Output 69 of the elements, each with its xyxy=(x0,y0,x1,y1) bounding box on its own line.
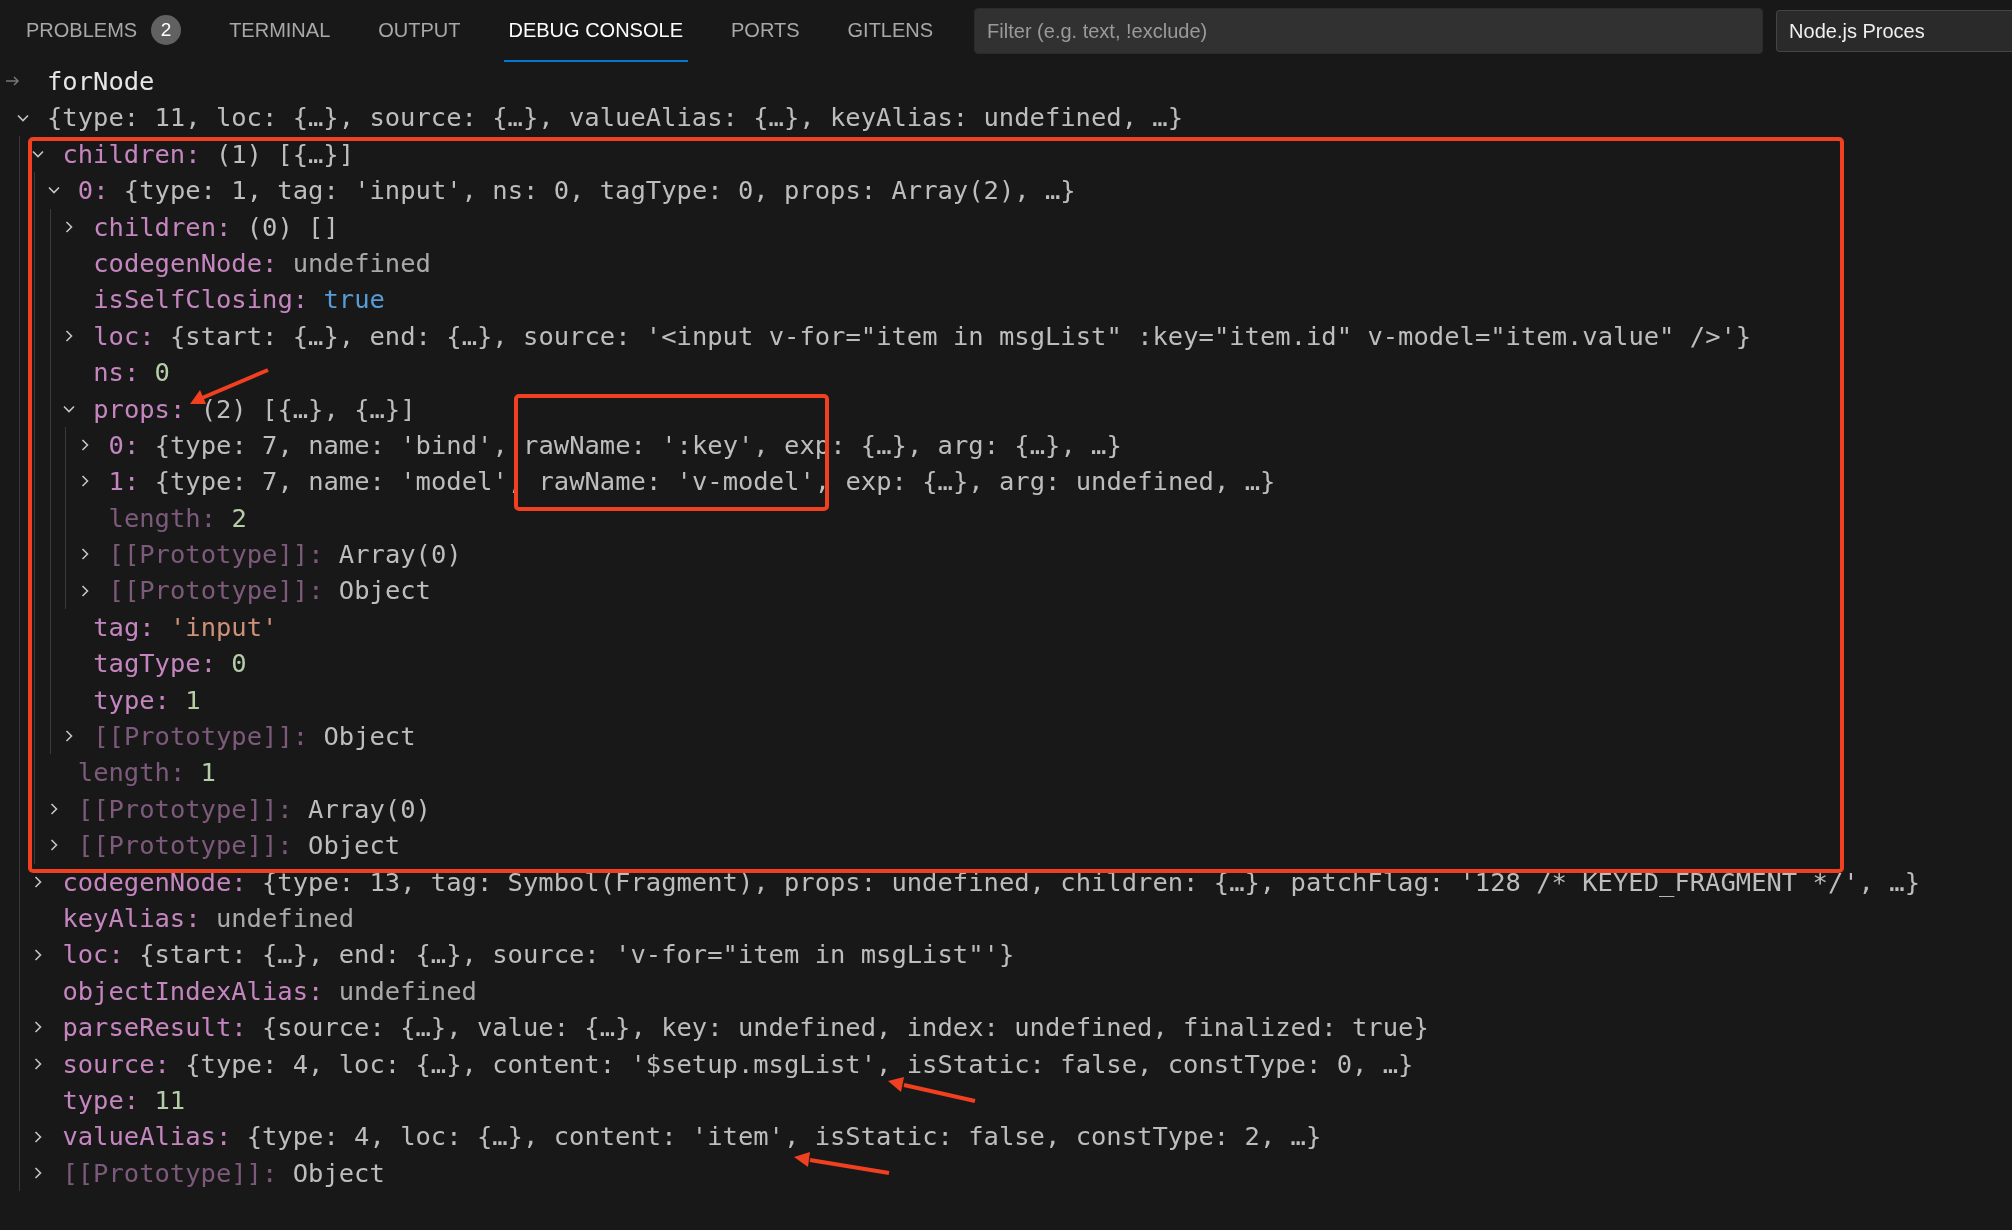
property-value: {source: {…}, value: {…}, key: undefined, index: undefined, finalized: true} xyxy=(261,1011,1429,1045)
property-key: isSelfClosing: xyxy=(93,281,309,318)
property-value: Object xyxy=(308,829,401,863)
property-value: 1 xyxy=(200,756,216,790)
session-dropdown[interactable]: Node.js Proces xyxy=(1776,10,2012,52)
property-value: Object xyxy=(323,720,416,754)
property-key: source: xyxy=(62,1045,170,1082)
filter-field[interactable]: Filter (e.g. text, !exclude) xyxy=(974,8,1764,54)
property-key: children: xyxy=(62,135,201,173)
property-key: type: xyxy=(93,681,170,719)
property-key: [[Prototype]]: xyxy=(108,572,324,609)
panel-tab[interactable]: OUTPUT xyxy=(373,0,466,62)
property-key: valueAlias: xyxy=(62,1118,232,1155)
property-value: undefined xyxy=(292,246,431,280)
output-arrow-icon xyxy=(5,75,21,88)
property-value: 2 xyxy=(231,501,247,535)
property-key: codegenNode: xyxy=(62,863,247,900)
property-value: (0) [] xyxy=(246,210,339,244)
property-key: objectIndexAlias: xyxy=(62,972,324,1010)
property-key: [[Prototype]]: xyxy=(62,1154,278,1192)
property-key: props: xyxy=(93,390,186,427)
property-key: ns: xyxy=(93,354,140,391)
property-key: 1: xyxy=(108,463,140,500)
console-expression: forNode xyxy=(47,65,155,98)
property-key: length: xyxy=(77,754,186,791)
property-value: {type: 1, tag: 'input', ns: 0, tagType: 0, props: Array(2), …} xyxy=(123,174,1076,208)
property-value: {start: {…}, end: {…}, source: 'v-for="item in msgList"'} xyxy=(139,938,1015,972)
property-value: {type: 11, loc: {…}, source: {…}, valueAlias: {…}, keyAlias: undefined, …} xyxy=(47,101,1184,135)
property-key: 0: xyxy=(108,426,140,464)
property-key: children: xyxy=(93,208,232,245)
count-badge: 2 xyxy=(151,15,182,45)
property-value: 'input' xyxy=(169,610,278,644)
panel-tab[interactable]: PROBLEMS 2 xyxy=(21,0,187,62)
property-value: Object xyxy=(338,574,431,608)
property-key: [[Prototype]]: xyxy=(108,536,324,573)
property-key: loc: xyxy=(93,317,155,355)
property-value: Array(0) xyxy=(308,792,431,826)
property-value: (2) [{…}, {…}] xyxy=(200,392,416,426)
property-value: Object xyxy=(292,1156,385,1190)
property-value: 0 xyxy=(231,647,247,681)
property-value: true xyxy=(323,283,385,317)
panel-tab[interactable]: TERMINAL xyxy=(224,0,336,62)
property-key: type: xyxy=(62,1081,140,1119)
property-key: codegenNode: xyxy=(93,244,278,282)
property-value: {start: {…}, end: {…}, source: '<input v-for="item in msgList" :key="item.id" v-model="item.value" />'} xyxy=(169,319,1752,353)
property-key: keyAlias: xyxy=(62,900,201,937)
property-key: [[Prototype]]: xyxy=(77,790,293,828)
property-value: 0 xyxy=(154,356,170,390)
property-value: undefined xyxy=(215,902,355,935)
property-value: {type: 7, name: 'model', rawName: 'v-model', exp: {…}, arg: undefined, …} xyxy=(154,465,1276,499)
property-value: undefined xyxy=(338,974,477,1008)
property-value: {type: 4, loc: {…}, content: '$setup.msgList', isStatic: false, constType: 0, …} xyxy=(185,1047,1414,1081)
property-key: parseResult: xyxy=(62,1009,247,1046)
property-value: {type: 13, tag: Symbol(Fragment), props: undefined, children: {…}, patchFlag: '128 /* KEYED_FRAGMENT */', …} xyxy=(261,865,1921,899)
property-key: [[Prototype]]: xyxy=(77,827,293,864)
panel-tab[interactable]: DEBUG CONSOLE xyxy=(503,0,688,62)
property-value: {type: 4, loc: {…}, content: 'item', isStatic: false, constType: 2, …} xyxy=(246,1120,1322,1154)
property-value: 1 xyxy=(185,683,201,717)
property-key: tag: xyxy=(93,608,155,646)
panel-tab[interactable]: GITLENS xyxy=(842,0,939,62)
property-value: Array(0) xyxy=(338,538,462,572)
property-key: [[Prototype]]: xyxy=(93,718,309,755)
property-key: tagType: xyxy=(93,645,216,682)
property-key: 0: xyxy=(77,172,109,209)
property-value: (1) [{…}] xyxy=(215,137,355,171)
property-value: 11 xyxy=(154,1083,186,1117)
property-key: loc: xyxy=(62,936,124,973)
property-key: length: xyxy=(108,499,217,537)
panel-tab[interactable]: PORTS xyxy=(726,0,805,62)
